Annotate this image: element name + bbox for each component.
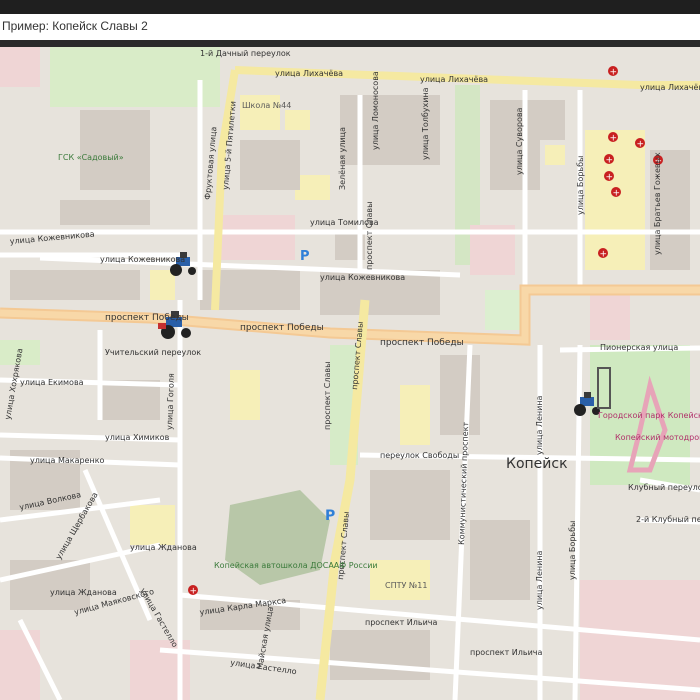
city-label: Копейск — [506, 456, 568, 472]
svg-text:+: + — [606, 173, 614, 183]
street-label: улица Толбухина — [421, 87, 430, 160]
street-label: улица Жданова — [130, 543, 197, 552]
street-label: проспект Победы — [105, 313, 189, 323]
street-label: проспект Победы — [240, 323, 324, 333]
hospital-icon[interactable]: + — [608, 132, 618, 144]
title-bar: Пример: Копейск Славы 2 — [0, 14, 700, 41]
parking-icon: P — [325, 508, 335, 524]
place-label: СПТУ №11 — [385, 581, 427, 590]
hospital-icon[interactable]: + — [188, 585, 198, 597]
street-label: переулок Свободы — [380, 451, 459, 460]
street-label: проспект Славы — [323, 362, 332, 430]
street-label: улица Химиков — [105, 433, 170, 442]
svg-text:+: + — [637, 140, 645, 150]
page-title: Пример: Копейск Славы 2 — [2, 19, 148, 33]
street-label: проспект Ильича — [470, 648, 543, 657]
place-label: Копейский мотодром — [615, 433, 700, 442]
map-view[interactable]: P P + + + + + + + + + улица Лихачёва ули… — [0, 47, 700, 700]
street-label: улица Борьбы — [568, 521, 577, 580]
street-label: улица Макаренко — [30, 456, 105, 465]
street-label: 2-й Клубный переулок — [636, 515, 700, 524]
svg-text:+: + — [610, 134, 618, 144]
street-label: проспект Славы — [365, 202, 374, 270]
hospital-icon[interactable]: + — [608, 66, 618, 78]
place-label: Копейская автошкола ДОСААФ России — [214, 561, 378, 570]
place-label: Городской парк Копейска — [598, 411, 700, 420]
street-label: улица Жданова — [50, 588, 117, 597]
street-label: улица Братьев Гожевых — [653, 152, 662, 255]
hospital-icon[interactable]: + — [598, 248, 608, 260]
street-label: улица Ленина — [535, 550, 544, 610]
street-label: улица Ломоносова — [371, 71, 380, 150]
svg-text:+: + — [613, 189, 621, 199]
street-label: улица Ленина — [535, 395, 544, 455]
svg-text:+: + — [190, 587, 198, 597]
street-label: улица Екимова — [20, 378, 84, 387]
svg-text:+: + — [606, 156, 614, 166]
street-label: улица Кожевникова — [320, 273, 405, 282]
street-label: улица Лихачёва — [420, 75, 488, 84]
hospital-icon[interactable]: + — [635, 138, 645, 150]
parking-icon: P — [300, 249, 310, 264]
street-label: улица Лихачёва — [275, 69, 343, 78]
street-label: улица Борьбы — [576, 156, 585, 215]
street-label: Зелёная улица — [338, 127, 347, 190]
hospital-icon[interactable]: + — [604, 171, 614, 183]
street-label: Клубный переулок — [628, 483, 700, 492]
map-header-strip — [0, 40, 700, 47]
street-label: Учительский переулок — [105, 348, 201, 357]
hospital-icon[interactable]: + — [604, 154, 614, 166]
place-label: Школа №44 — [242, 101, 291, 110]
street-label: Пионерская улица — [600, 343, 678, 352]
street-label: улица Суворова — [515, 107, 524, 175]
place-label: ГСК «Садовый» — [58, 153, 124, 162]
street-label: 1-й Дачный переулок — [200, 49, 291, 58]
street-label: проспект Ильича — [365, 618, 438, 627]
street-label: улица Кожевникова — [100, 255, 185, 264]
street-label: проспект Победы — [380, 338, 464, 348]
svg-text:+: + — [600, 250, 608, 260]
svg-text:+: + — [610, 68, 618, 78]
top-bar — [0, 0, 700, 14]
hospital-icon[interactable]: + — [611, 187, 621, 199]
street-label: улица Лихачёва — [640, 83, 700, 92]
